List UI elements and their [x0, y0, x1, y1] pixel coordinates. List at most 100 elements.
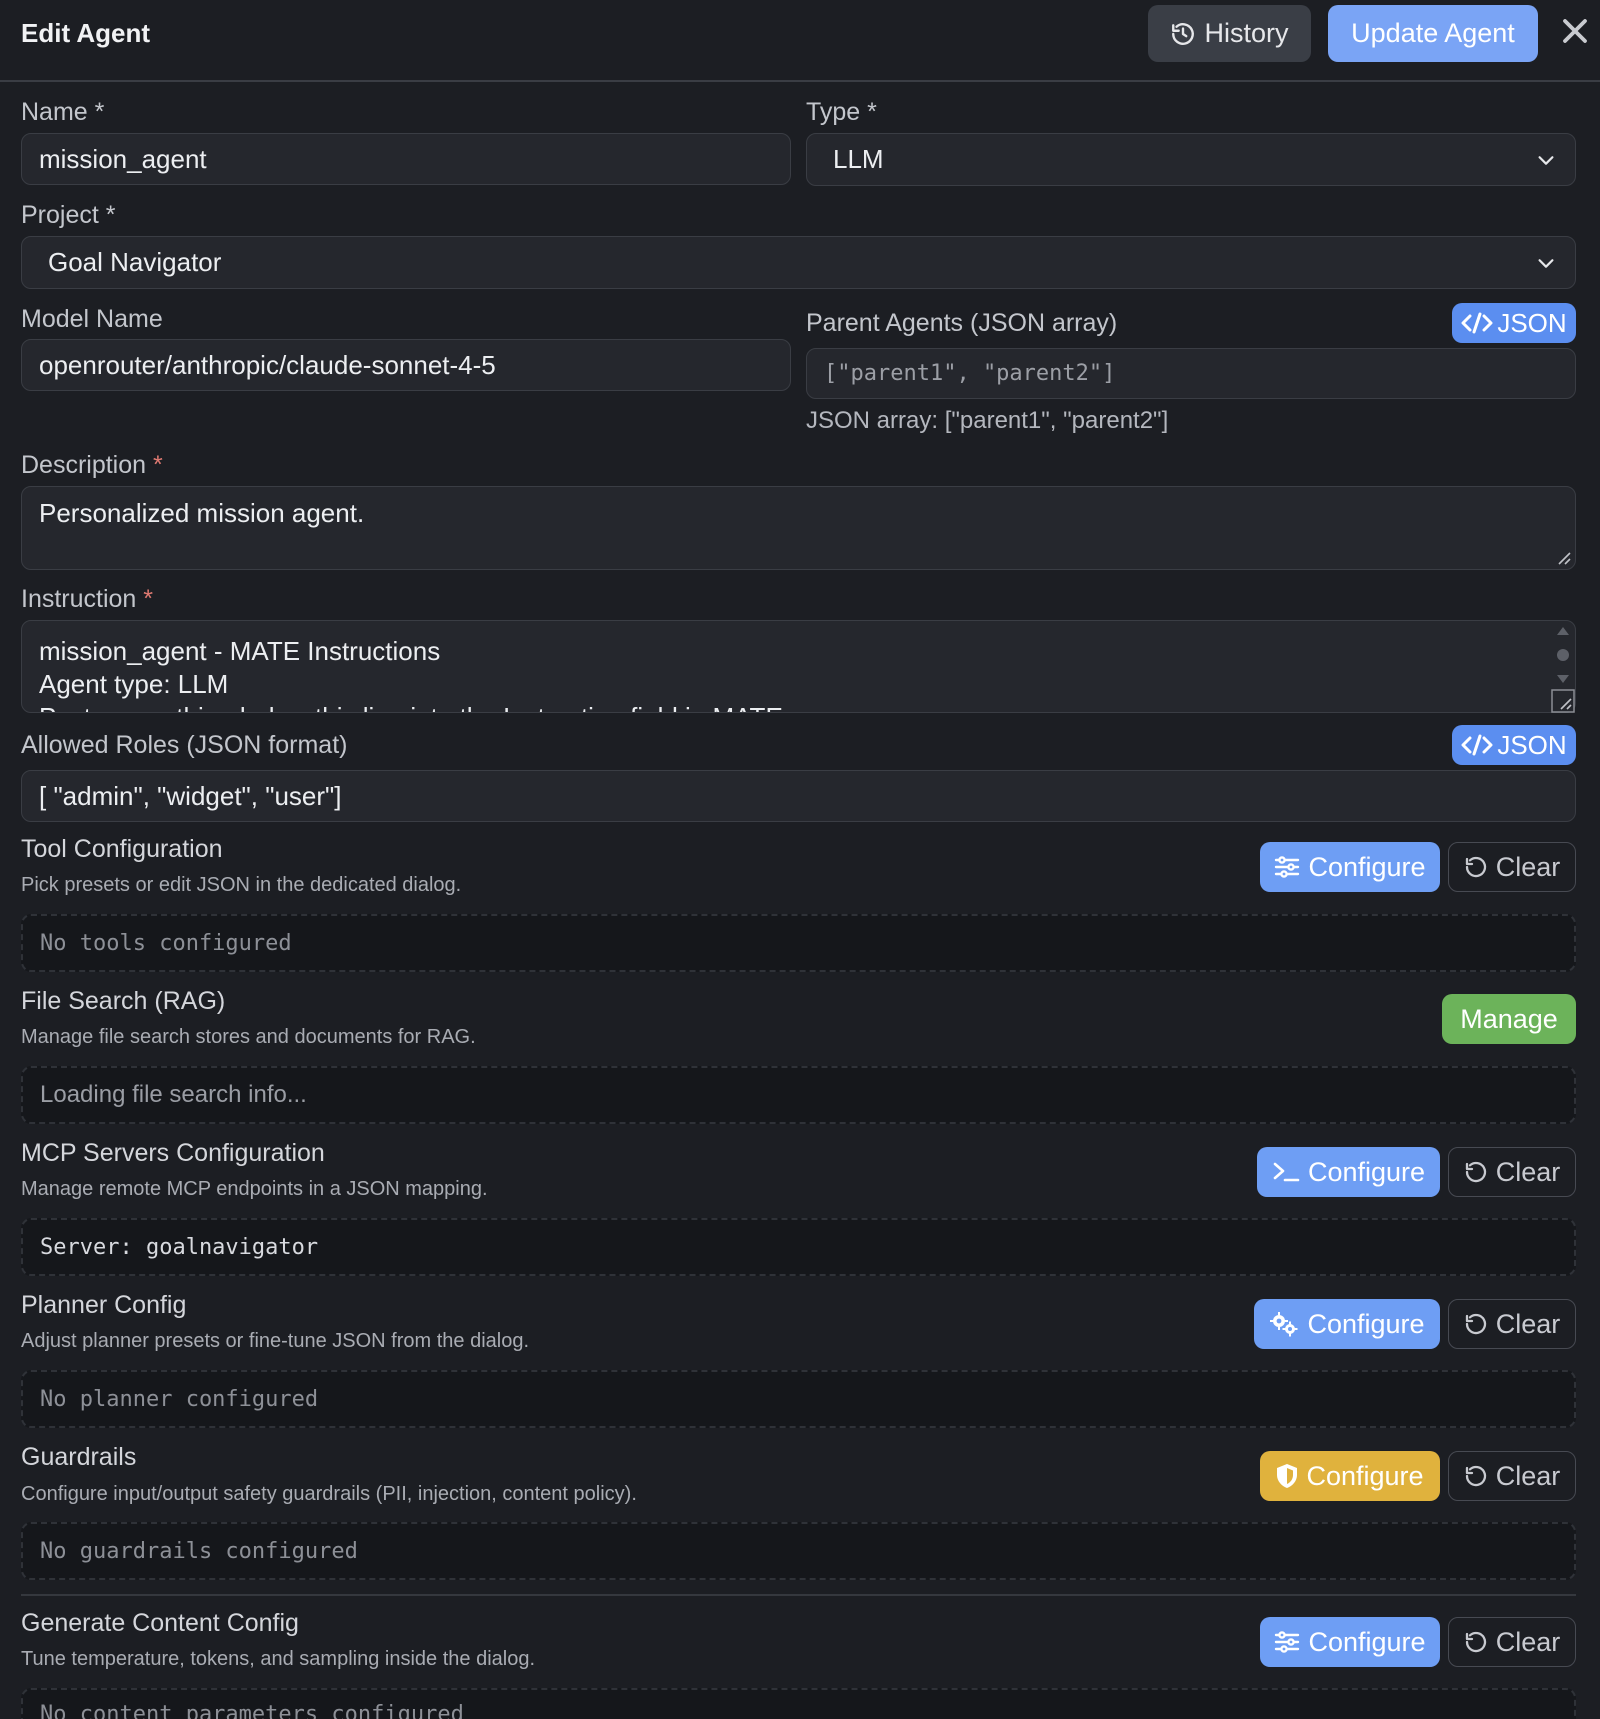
generate-summary: No content parameters configured — [21, 1688, 1576, 1719]
description-label: Description * — [21, 451, 163, 480]
mcp-summary-text: Server: goalnavigator — [40, 1234, 319, 1260]
generate-configure-button[interactable]: Configure — [1260, 1617, 1440, 1667]
model-name-value: openrouter/anthropic/claude-sonnet-4-5 — [39, 349, 496, 380]
chevron-down-icon — [1538, 155, 1554, 165]
type-label: Type * — [806, 98, 877, 126]
history-button[interactable]: History — [1148, 5, 1311, 62]
dialog-title: Edit Agent — [21, 18, 151, 48]
file-search-title: File Search (RAG) — [21, 987, 226, 1015]
file-search-desc: Manage file search stores and documents … — [21, 1026, 476, 1048]
update-agent-button[interactable]: Update Agent — [1328, 5, 1538, 62]
mcp-configure-button[interactable]: Configure — [1257, 1147, 1440, 1197]
allowed-roles-label: Allowed Roles (JSON format) — [21, 731, 348, 759]
instruction-textarea[interactable]: mission_agent - MATE Instructions Agent … — [21, 620, 1576, 713]
undo-icon — [1465, 1313, 1486, 1335]
code-icon — [1461, 734, 1493, 756]
shield-icon — [1277, 1464, 1298, 1488]
description-value: Personalized mission agent. — [39, 498, 365, 528]
planner-clear-button[interactable]: Clear — [1448, 1299, 1576, 1349]
instruction-label-text: Instruction — [21, 585, 137, 613]
project-label: Project * — [21, 201, 116, 229]
instruction-required-mark: * — [143, 585, 154, 613]
mcp-clear-button[interactable]: Clear — [1448, 1147, 1576, 1197]
guardrails-clear-button[interactable]: Clear — [1448, 1451, 1576, 1501]
tools-summary: No tools configured — [21, 914, 1576, 972]
parent-agents-input[interactable]: ["parent1", "parent2"] — [806, 348, 1576, 399]
history-icon — [1172, 22, 1195, 45]
instruction-line: mission_agent - MATE Instructions — [39, 636, 441, 666]
guardrails-configure-label: Configure — [1306, 1460, 1424, 1491]
mcp-configure-label: Configure — [1307, 1156, 1426, 1187]
parent-agents-hint: JSON array: ["parent1", "parent2"] — [806, 407, 1169, 434]
mcp-config-desc: Manage remote MCP endpoints in a JSON ma… — [21, 1178, 488, 1200]
generate-clear-label: Clear — [1495, 1626, 1561, 1657]
history-label: History — [1204, 18, 1289, 48]
planner-config-desc: Adjust planner presets or fine-tune JSON… — [21, 1330, 530, 1352]
name-value: mission_agent — [39, 143, 207, 174]
allowed-roles-input[interactable]: [ "admin", "widget", "user"] — [21, 770, 1576, 822]
resize-grip-icon[interactable] — [1555, 549, 1571, 565]
allowed-roles-json-button[interactable]: JSON — [1452, 725, 1576, 765]
file-search-manage-button[interactable]: Manage — [1442, 994, 1576, 1044]
generate-config-title: Generate Content Config — [21, 1609, 299, 1637]
tool-clear-label: Clear — [1495, 851, 1561, 882]
tool-clear-button[interactable]: Clear — [1448, 842, 1576, 892]
planner-config-title: Planner Config — [21, 1291, 187, 1319]
guardrails-clear-label: Clear — [1495, 1460, 1561, 1491]
tool-configure-button[interactable]: Configure — [1260, 842, 1440, 892]
description-required-mark: * — [153, 451, 163, 479]
terminal-icon — [1273, 1162, 1300, 1182]
close-icon[interactable] — [1560, 16, 1590, 46]
description-label-text: Description — [21, 451, 147, 479]
mcp-config-title: MCP Servers Configuration — [21, 1139, 325, 1167]
name-input[interactable]: mission_agent — [21, 133, 791, 185]
file-search-summary-text: Loading file search info... — [40, 1081, 307, 1108]
mcp-clear-label: Clear — [1495, 1156, 1561, 1187]
undo-icon — [1465, 1161, 1486, 1183]
guardrails-title: Guardrails — [21, 1443, 137, 1471]
project-select[interactable]: Goal Navigator — [21, 236, 1576, 289]
guardrails-summary: No guardrails configured — [21, 1522, 1576, 1580]
generate-summary-text: No content parameters configured — [40, 1702, 464, 1719]
parent-agents-label: Parent Agents (JSON array) — [806, 309, 1118, 337]
allowed-roles-json-label: JSON — [1497, 729, 1567, 760]
dialog-header: Edit Agent History Update Agent — [0, 0, 1600, 82]
resize-grip-icon[interactable] — [1551, 689, 1575, 713]
model-name-input[interactable]: openrouter/anthropic/claude-sonnet-4-5 — [21, 339, 791, 391]
tools-summary-text: No tools configured — [40, 930, 292, 956]
section-divider — [21, 1594, 1576, 1596]
project-value: Goal Navigator — [48, 247, 222, 277]
undo-icon — [1465, 1465, 1486, 1487]
planner-configure-label: Configure — [1307, 1308, 1425, 1339]
allowed-roles-value: [ "admin", "widget", "user"] — [39, 780, 342, 811]
file-search-summary: Loading file search info... — [21, 1066, 1576, 1124]
planner-summary: No planner configured — [21, 1370, 1576, 1428]
instruction-line: Agent type: LLM — [39, 669, 229, 699]
mcp-summary: Server: goalnavigator — [21, 1218, 1576, 1276]
guardrails-desc: Configure input/output safety guardrails… — [21, 1483, 637, 1505]
name-label: Name * — [21, 98, 105, 126]
guardrails-summary-text: No guardrails configured — [40, 1538, 358, 1564]
generate-config-desc: Tune temperature, tokens, and sampling i… — [21, 1648, 536, 1670]
tool-config-title: Tool Configuration — [21, 835, 223, 863]
generate-clear-button[interactable]: Clear — [1448, 1617, 1576, 1667]
parent-agents-placeholder: ["parent1", "parent2"] — [824, 361, 1116, 386]
chevron-down-icon — [1538, 258, 1554, 268]
sliders-icon — [1275, 1631, 1300, 1653]
type-select[interactable]: LLM — [806, 133, 1576, 186]
planner-summary-text: No planner configured — [40, 1386, 319, 1412]
instruction-line: Paste everything below this line into th… — [39, 701, 1558, 712]
sliders-icon — [1275, 856, 1300, 878]
model-name-label: Model Name — [21, 305, 163, 333]
planner-clear-label: Clear — [1495, 1308, 1561, 1339]
gears-icon — [1270, 1312, 1298, 1337]
guardrails-configure-button[interactable]: Configure — [1260, 1451, 1440, 1501]
generate-configure-label: Configure — [1308, 1626, 1426, 1657]
code-icon — [1461, 312, 1493, 334]
tool-config-desc: Pick presets or edit JSON in the dedicat… — [21, 874, 462, 896]
description-textarea[interactable]: Personalized mission agent. — [21, 486, 1576, 570]
instruction-scrollbar[interactable] — [1551, 625, 1575, 685]
parent-agents-json-label: JSON — [1497, 307, 1567, 338]
planner-configure-button[interactable]: Configure — [1254, 1299, 1440, 1349]
parent-agents-json-button[interactable]: JSON — [1452, 303, 1576, 343]
